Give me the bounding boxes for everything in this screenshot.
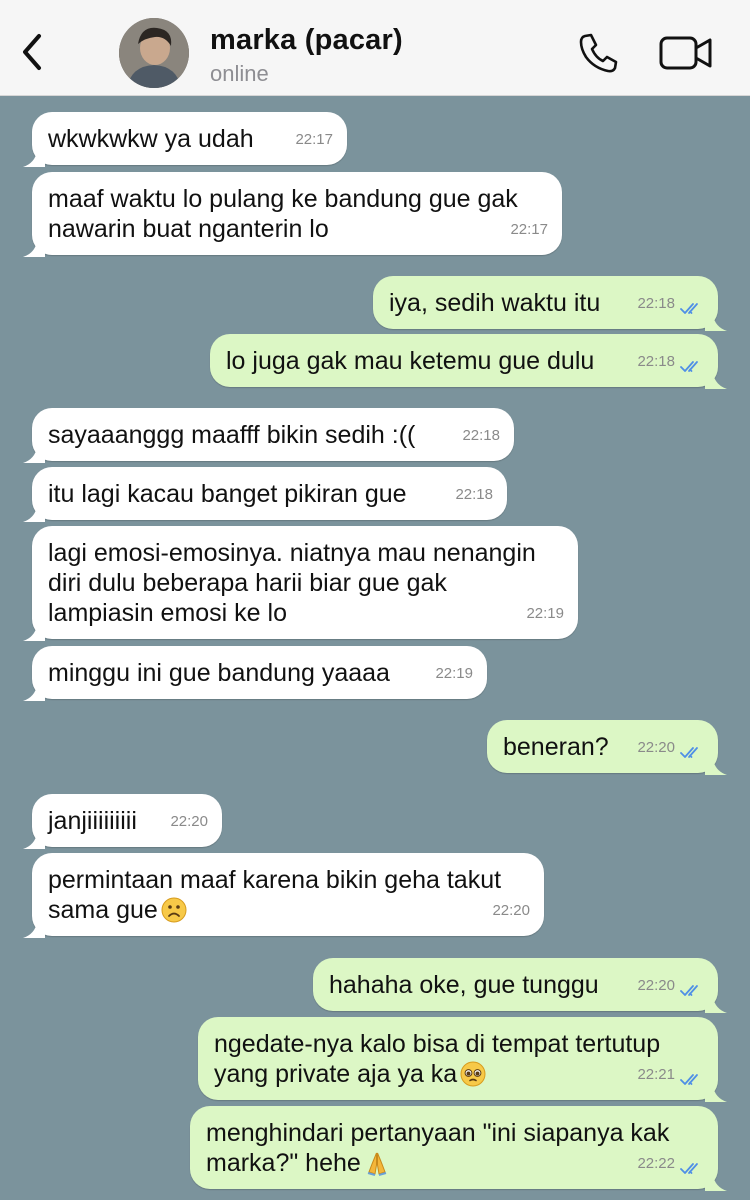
message-time: 22:17 <box>510 221 548 238</box>
avatar[interactable] <box>119 18 189 88</box>
message-text: sayaaanggg maafff bikin sedih :(( <box>48 421 416 449</box>
outgoing-message[interactable]: iya, sedih waktu itu 22:18 <box>373 276 727 331</box>
bubble-tail <box>23 915 45 938</box>
message-time: 22:22 <box>637 1155 675 1172</box>
incoming-message[interactable]: minggu ini gue bandung yaaaa 22:19 <box>23 646 487 701</box>
video-call-button[interactable] <box>658 33 714 73</box>
double-check-icon <box>680 1157 704 1174</box>
bubble-tail <box>23 144 45 167</box>
bubble-tail <box>705 1079 727 1102</box>
message-time: 22:17 <box>295 131 333 148</box>
incoming-message[interactable]: permintaan maaf karena bikin geha takut … <box>23 853 544 938</box>
message-text: permintaan maaf karena bikin geha takut … <box>48 866 502 924</box>
phone-icon <box>579 33 618 73</box>
outgoing-message[interactable]: ngedate-nya kalo bisa di tempat tertutup… <box>198 1017 727 1102</box>
bubble-tail <box>23 618 45 641</box>
message-meta: 22:20 <box>637 733 704 763</box>
bubble-tail <box>23 678 45 701</box>
message-time: 22:20 <box>637 977 675 994</box>
pleading-face-emoji <box>460 1061 486 1087</box>
chevron-left-icon <box>23 34 41 70</box>
outgoing-message[interactable]: lo juga gak mau ketemu gue dulu 22:18 <box>210 334 727 389</box>
message-meta: 22:18 <box>455 480 493 510</box>
incoming-message[interactable]: sayaaanggg maafff bikin sedih :(( 22:18 <box>23 408 514 463</box>
double-check-icon <box>680 355 704 372</box>
contact-name[interactable]: marka (pacar) <box>210 24 403 57</box>
message-text: maaf waktu lo pulang ke bandung gue gak … <box>48 185 518 243</box>
message-meta: 22:21 <box>637 1060 704 1090</box>
message-text: minggu ini gue bandung yaaaa <box>48 659 390 687</box>
message-text: ngedate-nya kalo bisa di tempat tertutup… <box>214 1030 661 1088</box>
chat-header: marka (pacar) online <box>0 0 750 96</box>
message-time: 22:18 <box>455 486 493 503</box>
message-time: 22:20 <box>170 813 208 830</box>
message-time: 22:18 <box>637 295 675 312</box>
bubble-tail <box>705 752 727 775</box>
incoming-message[interactable]: lagi emosi-emosinya. niatnya mau nenangi… <box>23 526 578 641</box>
double-check-icon <box>680 1068 704 1085</box>
bubble-tail <box>705 366 727 389</box>
back-button[interactable] <box>14 30 50 74</box>
message-text: wkwkwkw ya udah <box>48 125 254 153</box>
message-time: 22:19 <box>435 665 473 682</box>
call-button[interactable] <box>575 30 621 76</box>
message-time: 22:21 <box>637 1066 675 1083</box>
message-time: 22:19 <box>526 605 564 622</box>
message-text: lo juga gak mau ketemu gue dulu <box>226 347 595 375</box>
message-meta: 22:20 <box>492 896 530 926</box>
incoming-message[interactable]: maaf waktu lo pulang ke bandung gue gak … <box>23 172 562 257</box>
bubble-tail <box>705 1168 727 1191</box>
bubble-tail <box>23 234 45 257</box>
message-time: 22:18 <box>462 427 500 444</box>
bubble-tail <box>705 308 727 331</box>
outgoing-message[interactable]: hahaha oke, gue tunggu 22:20 <box>313 958 727 1013</box>
message-meta: 22:17 <box>510 215 548 245</box>
double-check-icon <box>680 297 704 314</box>
outgoing-message[interactable]: menghindari pertanyaan "ini siapanya kak… <box>190 1106 727 1191</box>
message-text: itu lagi kacau banget pikiran gue <box>48 480 407 508</box>
message-meta: 22:18 <box>637 289 704 319</box>
bubble-tail <box>705 990 727 1013</box>
folded-hands-emoji <box>364 1150 390 1176</box>
double-check-icon <box>680 741 704 758</box>
message-list[interactable]: wkwkwkw ya udah 22:17 maaf waktu lo pulang… <box>0 96 750 1200</box>
bubble-tail <box>23 499 45 522</box>
message-meta: 22:19 <box>435 659 473 689</box>
message-time: 22:18 <box>637 353 675 370</box>
bubble-tail <box>23 826 45 849</box>
message-time: 22:20 <box>492 902 530 919</box>
message-meta: 22:19 <box>526 599 564 629</box>
avatar-photo <box>119 18 189 88</box>
bubble-tail <box>23 440 45 463</box>
message-meta: 22:22 <box>637 1149 704 1179</box>
incoming-message[interactable]: itu lagi kacau banget pikiran gue 22:18 <box>23 467 507 522</box>
slightly-frowning-face-emoji <box>161 897 187 923</box>
message-text: lagi emosi-emosinya. niatnya mau nenangi… <box>48 539 536 627</box>
incoming-message[interactable]: janjiiiiiiiii 22:20 <box>23 794 222 849</box>
message-meta: 22:20 <box>637 971 704 1001</box>
double-check-icon <box>680 979 704 996</box>
message-time: 22:20 <box>637 739 675 756</box>
message-meta: 22:20 <box>170 807 208 837</box>
outgoing-message[interactable]: beneran? 22:20 <box>487 720 727 775</box>
incoming-message[interactable]: wkwkwkw ya udah 22:17 <box>23 112 347 167</box>
message-meta: 22:18 <box>462 421 500 451</box>
message-meta: 22:17 <box>295 125 333 155</box>
contact-status: online <box>210 61 269 86</box>
message-text: menghindari pertanyaan "ini siapanya kak… <box>206 1119 670 1177</box>
message-meta: 22:18 <box>637 347 704 377</box>
video-camera-icon <box>659 36 712 70</box>
